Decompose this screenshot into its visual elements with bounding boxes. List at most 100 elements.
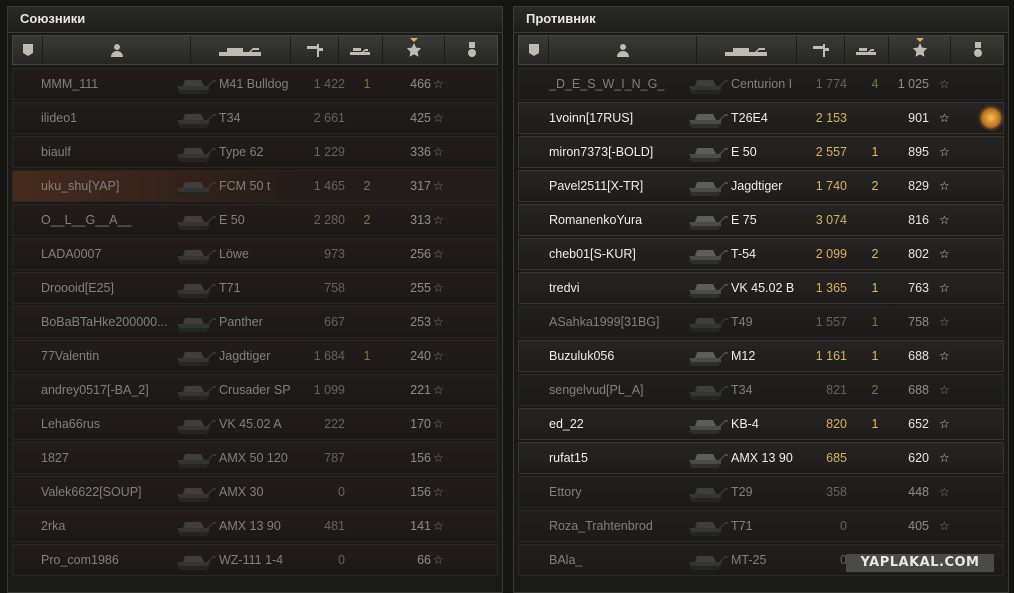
xp-value: 829: [908, 179, 929, 193]
medal-slot: [977, 375, 1005, 405]
medal-slot: [471, 137, 499, 167]
squad-column-header[interactable]: [519, 36, 549, 64]
player-row[interactable]: ASahka1999[31BG] T49 1 557 1 758 ☆: [518, 306, 1004, 338]
player-column-header[interactable]: [43, 36, 191, 64]
vehicle-column-header[interactable]: [697, 36, 797, 64]
medal-icon[interactable]: [981, 108, 1001, 128]
tank-icon: [689, 522, 728, 536]
player-row[interactable]: Droooid[E25] T71 758 255 ☆: [12, 272, 498, 304]
xp-column-header[interactable]: [889, 36, 951, 64]
medal-slot: [471, 341, 499, 371]
player-row[interactable]: Pro_com1986 WZ-111 1-4 0 66 ☆: [12, 544, 498, 576]
damage-column-header[interactable]: [291, 36, 339, 64]
medal-slot: [471, 545, 499, 575]
player-icon: [110, 44, 123, 57]
xp-value: 255: [410, 281, 431, 295]
vehicle-icon: [724, 48, 767, 56]
star-icon: ☆: [433, 383, 444, 397]
player-row[interactable]: LADA0007 Löwe 973 256 ☆: [12, 238, 498, 270]
tank-icon: [689, 182, 728, 196]
player-row[interactable]: sengelvud[PL_A] T34 821 2 688 ☆: [518, 374, 1004, 406]
player-row[interactable]: Ettory T29 358 448 ☆: [518, 476, 1004, 508]
tank-icon: [177, 114, 216, 128]
player-row[interactable]: uku_shu[YAP] FCM 50 t 1 465 2 317 ☆: [12, 170, 498, 202]
xp-value: 170: [410, 417, 431, 431]
medal-slot: [471, 171, 499, 201]
star-icon: ☆: [939, 485, 950, 499]
player-row[interactable]: 2rka AMX 13 90 481 141 ☆: [12, 510, 498, 542]
damage-value: 1 465: [313, 179, 345, 193]
player-row[interactable]: cheb01[S-KUR] T-54 2 099 2 802 ☆: [518, 238, 1004, 270]
player-name: 77Valentin: [41, 349, 100, 363]
player-name: ed_22: [549, 417, 584, 431]
tank-icon: [177, 148, 216, 162]
player-row[interactable]: ilideo1 T34 2 661 425 ☆: [12, 102, 498, 134]
allies-panel: Союзники MMM_111 M41 Bulldog 1 422 1 466 ☆ ili…: [7, 6, 503, 593]
damage-column-header[interactable]: [797, 36, 845, 64]
player-column-header[interactable]: [549, 36, 697, 64]
squad-column-header[interactable]: [13, 36, 43, 64]
player-row[interactable]: Pavel2511[X-TR] Jagdtiger 1 740 2 829 ☆: [518, 170, 1004, 202]
damage-value: 2 557: [815, 145, 847, 159]
vehicle-column-header[interactable]: [191, 36, 291, 64]
damage-value: 358: [826, 485, 847, 499]
player-row[interactable]: miron7373[-BOLD] E 50 2 557 1 895 ☆: [518, 136, 1004, 168]
xp-value: 141: [410, 519, 431, 533]
tank-icon: [689, 216, 728, 230]
player-row[interactable]: Roza_Trahtenbrod T71 0 405 ☆: [518, 510, 1004, 542]
vehicle-image: [173, 239, 219, 269]
vehicle-image: [173, 69, 219, 99]
damage-value: 667: [324, 315, 345, 329]
player-row[interactable]: _D_E_S_W_I_N_G_ Centurion I1 774 4 1 025 ☆: [518, 68, 1004, 100]
vehicle-image: [685, 443, 731, 473]
vehicle-name: VK 45.02 A: [219, 417, 282, 431]
player-row[interactable]: MMM_111 M41 Bulldog 1 422 1 466 ☆: [12, 68, 498, 100]
player-name: uku_shu[YAP]: [41, 179, 120, 193]
vehicle-icon: [218, 48, 261, 56]
player-row[interactable]: 1voinn[17RUS] T26E4 2 153 901 ☆: [518, 102, 1004, 134]
player-row[interactable]: biaulf Type 62 1 229 336 ☆: [12, 136, 498, 168]
star-icon: ☆: [433, 179, 444, 193]
medal-slot: [977, 273, 1005, 303]
kills-column-header[interactable]: [339, 36, 383, 64]
damage-value: 3 074: [815, 213, 847, 227]
star-icon: ☆: [939, 417, 950, 431]
medal-slot: [471, 205, 499, 235]
player-name: RomanenkoYura: [549, 213, 643, 227]
player-row[interactable]: Buzuluk056 M12 1 161 1 688 ☆: [518, 340, 1004, 372]
vehicle-image: [173, 511, 219, 541]
player-row[interactable]: BoBaBTaHke200000... Panther 667 253 ☆: [12, 306, 498, 338]
player-row[interactable]: ed_22 KB-4 820 1 652 ☆: [518, 408, 1004, 440]
kills-value: 1: [871, 349, 879, 363]
kills-value: 2: [871, 383, 879, 397]
player-row[interactable]: 77Valentin Jagdtiger 1 684 1 240 ☆: [12, 340, 498, 372]
player-row[interactable]: RomanenkoYura E 75 3 074 816 ☆: [518, 204, 1004, 236]
player-row[interactable]: O__L__G__A__ E 50 2 280 2 313 ☆: [12, 204, 498, 236]
damage-value: 821: [826, 383, 847, 397]
vehicle-name: Type 62: [219, 145, 264, 159]
vehicle-name: WZ-111 1-4: [219, 553, 284, 567]
medal-column-header[interactable]: [445, 36, 499, 64]
medal-column-header[interactable]: [951, 36, 1005, 64]
player-row[interactable]: 1827 AMX 50 120 787 156 ☆: [12, 442, 498, 474]
player-row[interactable]: Valek6622[SOUP] AMX 30 0 156 ☆: [12, 476, 498, 508]
player-row[interactable]: rufat15 AMX 13 90 685 620 ☆: [518, 442, 1004, 474]
medal-slot: [977, 171, 1005, 201]
player-name: Ettory: [549, 485, 582, 499]
vehicle-image: [685, 341, 731, 371]
medal-slot: [977, 239, 1005, 269]
player-row[interactable]: Leha66rus VK 45.02 A 222 170 ☆: [12, 408, 498, 440]
player-name: Roza_Trahtenbrod: [549, 519, 653, 533]
player-row[interactable]: andrey0517[-BA_2] Crusader SP 1 099 221 ☆: [12, 374, 498, 406]
player-name: Buzuluk056: [549, 349, 615, 363]
tank-icon: [177, 80, 216, 94]
player-name: cheb01[S-KUR]: [549, 247, 636, 261]
vehicle-image: [685, 239, 731, 269]
enemies-title: Противник: [514, 7, 1008, 33]
xp-column-header[interactable]: [383, 36, 445, 64]
medal-slot: [471, 239, 499, 269]
damage-value: 2 280: [313, 213, 345, 227]
kills-column-header[interactable]: [845, 36, 889, 64]
kills-value: [865, 477, 885, 507]
player-row[interactable]: tredvi VK 45.02 B1 365 1 763 ☆: [518, 272, 1004, 304]
